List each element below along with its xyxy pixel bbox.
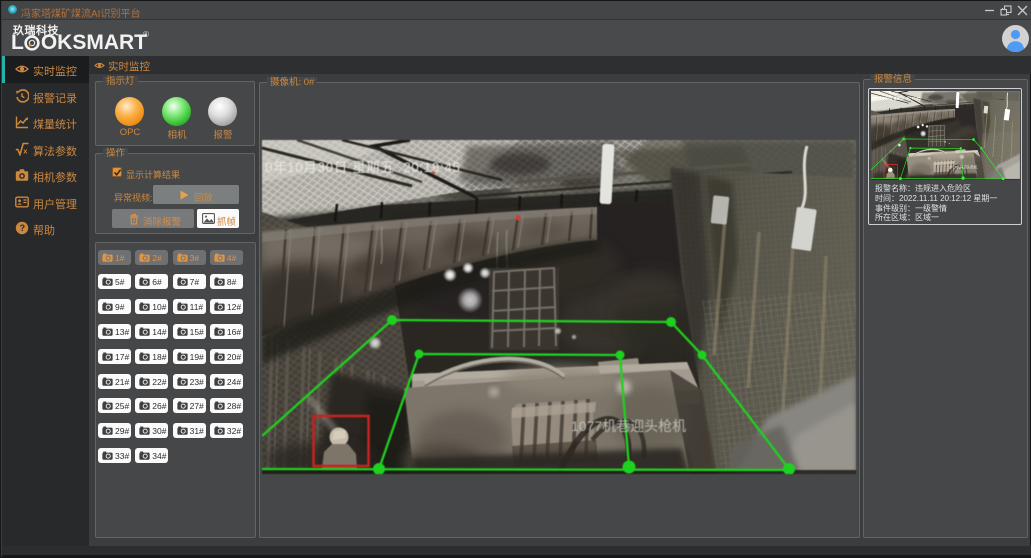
svg-text:?: ? (20, 223, 26, 233)
svg-text:x: x (23, 147, 28, 156)
